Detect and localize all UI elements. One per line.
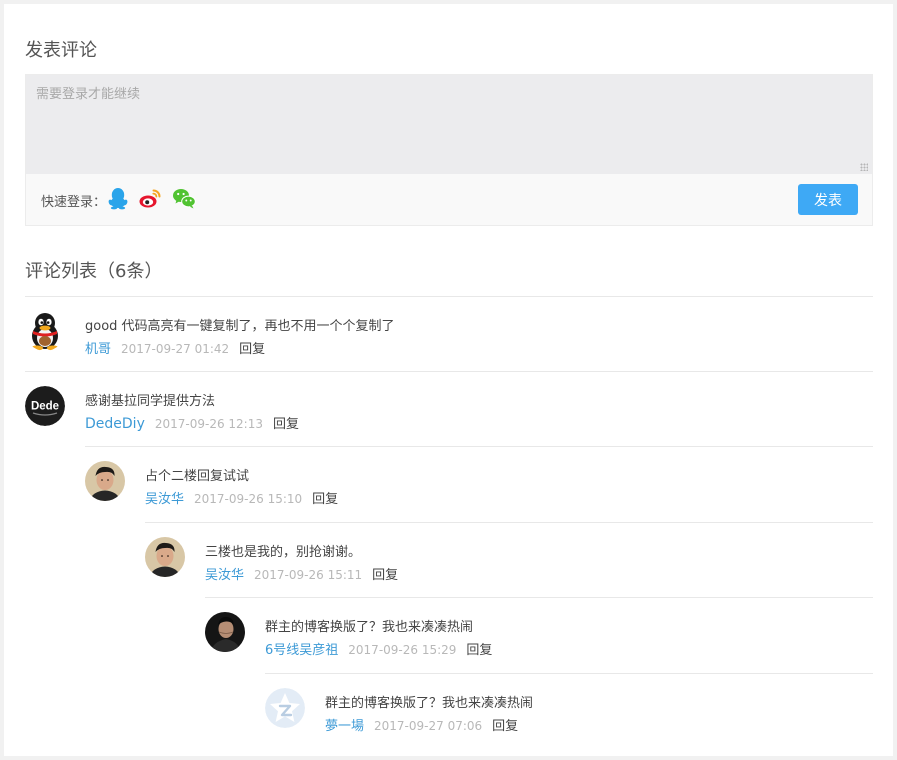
comment-item: good 代码高亮有一键复制了，再也不用一个个复制了 机哥 2017-09-27 … <box>25 296 873 372</box>
comment-item: Dede 感谢基拉同学提供方法 DedeDiy 2017-09-26 12:13 回… <box>25 371 873 447</box>
reply-button[interactable]: 回复 <box>466 643 492 658</box>
comment-timestamp: 2017-09-26 15:11 <box>254 568 363 582</box>
wechat-login-icon[interactable] <box>172 186 196 210</box>
dede-logo-avatar-icon: Dede <box>25 386 65 426</box>
qzone-star-avatar-icon <box>265 688 305 728</box>
comment-timestamp: 2017-09-26 15:10 <box>194 492 303 506</box>
comment-meta: DedeDiy 2017-09-26 12:13 回复 <box>85 413 299 432</box>
comment-author-link[interactable]: 6号线吴彦祖 <box>265 643 338 658</box>
comment-timestamp: 2017-09-27 07:06 <box>374 719 483 733</box>
comment-text: 群主的博客换版了？我也来凑凑热闹 <box>325 696 534 711</box>
comment-text: good 代码高亮有一键复制了，再也不用一个个复制了 <box>85 319 395 334</box>
editor-toolbar: 快速登录： 发表 <box>26 174 872 225</box>
comment-item: 占个二楼回复试试 吴汝华 2017-09-26 15:10 回复 <box>85 446 873 522</box>
comment-text: 群主的博客换版了？我也来凑凑热闹 <box>265 620 474 635</box>
comment-textarea[interactable] <box>26 75 872 174</box>
qq-login-icon[interactable] <box>106 186 130 210</box>
comment-meta: 机哥 2017-09-27 01:42 回复 <box>85 338 265 357</box>
quick-login-label: 快速登录： <box>41 195 107 210</box>
comment-author-link[interactable]: DedeDiy <box>85 416 145 432</box>
comment-timestamp: 2017-09-27 01:42 <box>121 342 230 356</box>
comment-panel: 发表评论 快速登录： <box>4 4 893 756</box>
comment-timestamp: 2017-09-26 15:29 <box>348 643 457 657</box>
user-photo-avatar-icon <box>145 537 185 577</box>
avatar <box>85 461 125 501</box>
comment-item: 群主的博客换版了？我也来凑凑热闹 6号线吴彦祖 2017-09-26 15:29 回… <box>205 597 873 673</box>
comment-author-link[interactable]: 吴汝华 <box>205 568 244 583</box>
comment-timestamp: 2017-09-26 12:13 <box>154 417 263 431</box>
comment-editor: 快速登录： <box>25 74 873 226</box>
comment-meta: 吴汝华 2017-09-26 15:10 回复 <box>145 488 338 507</box>
comment-item: 三楼也是我的，别抢谢谢。 吴汝华 2017-09-26 15:11 回复 <box>145 522 873 598</box>
comment-text: 三楼也是我的，别抢谢谢。 <box>205 545 362 560</box>
avatar <box>265 688 305 728</box>
reply-button[interactable]: 回复 <box>312 492 338 507</box>
reply-button[interactable]: 回复 <box>492 719 518 734</box>
comment-meta: 吴汝华 2017-09-26 15:11 回复 <box>205 564 398 583</box>
dede-logo-text: Dede <box>31 401 59 413</box>
post-comment-title: 发表评论 <box>25 40 97 61</box>
comment-meta: 夢一場 2017-09-27 07:06 回复 <box>325 715 518 734</box>
reply-button[interactable]: 回复 <box>372 568 398 583</box>
comment-item: 群主的博客换版了？我也来凑凑热闹 夢一場 2017-09-27 07:06 回复 <box>265 673 873 749</box>
weibo-login-icon[interactable] <box>138 186 162 210</box>
comment-author-link[interactable]: 机哥 <box>85 342 111 357</box>
avatar <box>205 612 245 652</box>
comment-author-link[interactable]: 吴汝华 <box>145 492 184 507</box>
comment-meta: 6号线吴彦祖 2017-09-26 15:29 回复 <box>265 639 492 658</box>
qq-penguin-avatar-icon <box>25 311 65 351</box>
reply-button[interactable]: 回复 <box>239 342 265 357</box>
comment-text: 感谢基拉同学提供方法 <box>85 394 216 409</box>
avatar <box>25 311 65 351</box>
comment-list-title: 评论列表（6条） <box>25 261 163 282</box>
avatar: Dede <box>25 386 65 426</box>
resize-handle[interactable] <box>860 163 868 171</box>
user-photo-avatar-icon <box>85 461 125 501</box>
comment-text: 占个二楼回复试试 <box>145 469 250 484</box>
reply-button[interactable]: 回复 <box>273 417 299 432</box>
submit-comment-button[interactable]: 发表 <box>798 184 858 215</box>
avatar <box>145 537 185 577</box>
user-photo-dark-avatar-icon <box>205 612 245 652</box>
comment-author-link[interactable]: 夢一場 <box>325 719 364 734</box>
